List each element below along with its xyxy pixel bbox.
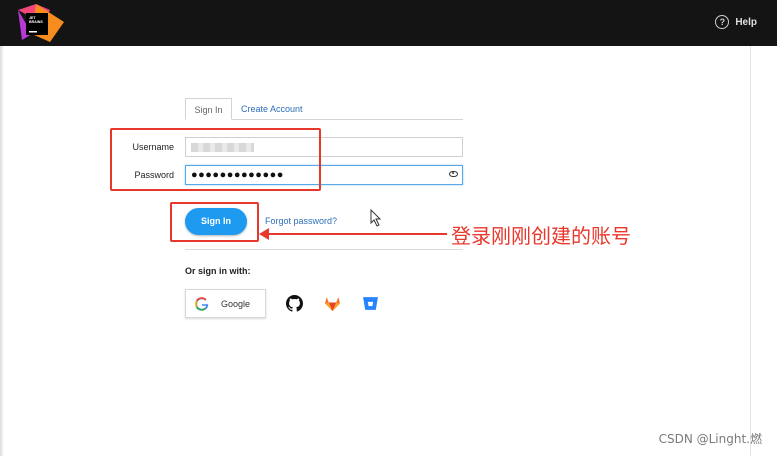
left-edge-shadow	[0, 46, 4, 456]
google-icon	[195, 297, 209, 311]
jetbrains-logo-icon[interactable]: JET BRAINS	[16, 4, 66, 44]
tab-create-account[interactable]: Create Account	[241, 98, 303, 120]
question-circle-icon: ?	[715, 15, 730, 29]
mouse-cursor-icon	[370, 209, 382, 227]
google-sign-in-button[interactable]: Google	[185, 289, 266, 318]
forgot-password-link[interactable]: Forgot password?	[265, 216, 337, 226]
or-sign-in-label: Or sign in with:	[185, 266, 251, 276]
github-icon[interactable]	[286, 295, 303, 312]
help-label: Help	[735, 16, 757, 28]
svg-text:BRAINS: BRAINS	[29, 20, 43, 24]
watermark: CSDN @Linght.燃	[658, 432, 762, 446]
help-button[interactable]: ? Help	[715, 15, 757, 29]
tab-sign-in[interactable]: Sign In	[185, 98, 232, 120]
gitlab-icon[interactable]	[324, 295, 341, 312]
right-scroll-strip	[750, 46, 777, 456]
divider	[185, 249, 463, 250]
annotation-arrow-line	[267, 233, 447, 235]
eye-icon[interactable]	[449, 171, 458, 177]
annotation-text: 登录刚刚创建的账号	[451, 224, 631, 248]
annotation-arrow-head	[259, 228, 269, 240]
bitbucket-icon[interactable]	[362, 295, 379, 312]
highlight-box-credentials	[110, 128, 321, 191]
google-label: Google	[221, 299, 251, 309]
sign-in-button[interactable]: Sign In	[185, 208, 247, 235]
top-bar: JET BRAINS ? Help	[0, 0, 777, 46]
auth-tabs: Sign In Create Account	[185, 98, 463, 120]
